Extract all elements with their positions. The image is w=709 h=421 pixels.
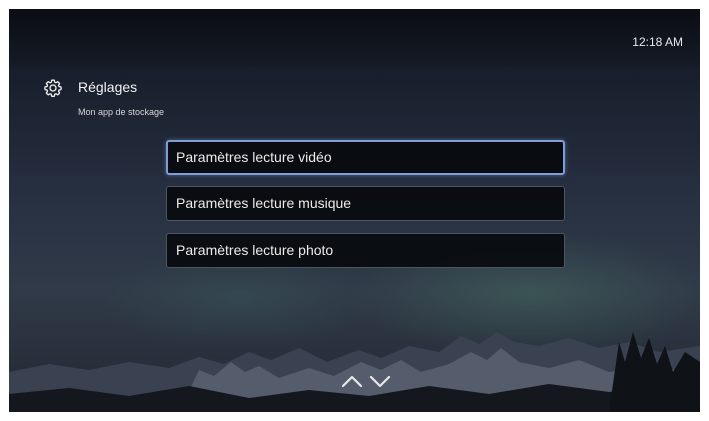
clock: 12:18 AM (632, 35, 683, 49)
chevron-up-icon[interactable] (341, 375, 363, 388)
gear-icon (44, 79, 62, 98)
menu-item-music-settings[interactable]: Paramètres lecture musique (166, 186, 565, 221)
chevron-down-icon[interactable] (369, 375, 391, 388)
menu-item-video-settings[interactable]: Paramètres lecture vidéo (166, 140, 565, 175)
menu-item-label: Paramètres lecture photo (176, 242, 334, 258)
menu-item-label: Paramètres lecture musique (176, 195, 352, 211)
top-bar: 12:18 AM (9, 9, 700, 67)
tv-screen: 12:18 AM Réglages Mon app de stockage Pa… (9, 9, 700, 412)
menu-item-photo-settings[interactable]: Paramètres lecture photo (166, 233, 565, 268)
scroll-indicator (341, 375, 391, 388)
menu-item-label: Paramètres lecture vidéo (176, 149, 332, 165)
page-subtitle: Mon app de stockage (78, 107, 165, 117)
page-title: Réglages (78, 79, 138, 95)
mountain-background (9, 332, 700, 412)
